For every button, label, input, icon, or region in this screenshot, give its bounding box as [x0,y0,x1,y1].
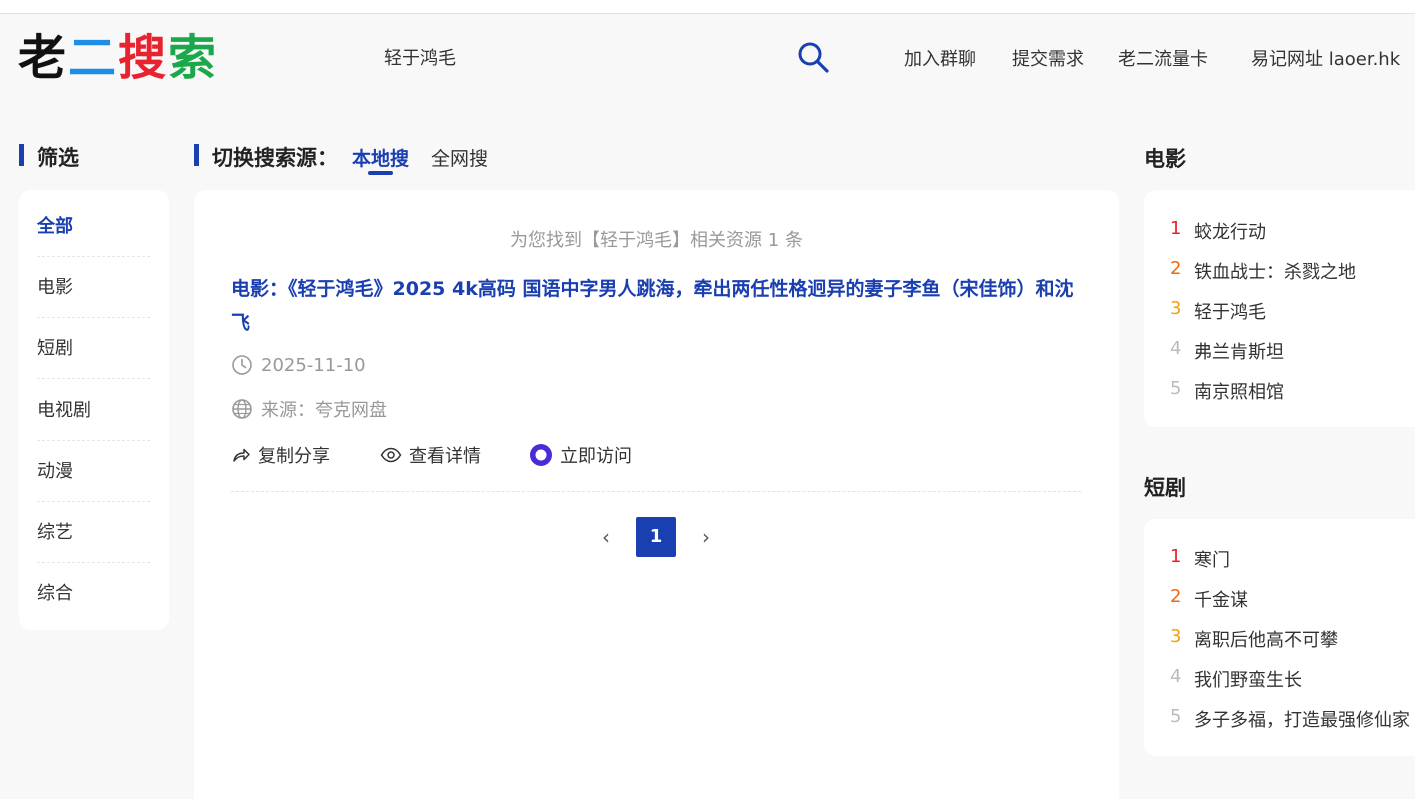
results-summary: 为您找到【轻于鸿毛】相关资源 1 条 [510,230,803,251]
filter-item-short-drama[interactable]: 短剧 [37,318,150,379]
short-drama-rank-title: 短剧 [1144,476,1186,500]
visit-now-button[interactable]: 立即访问 [529,442,632,468]
tab-active-indicator [368,171,393,175]
quark-drive-icon [530,444,552,466]
nav-join-group[interactable]: 加入群聊 [904,45,976,71]
short-drama-rank-item[interactable]: 5 多子多福，打造最强修仙家 [1170,706,1410,732]
browser-top-strip [0,0,1415,14]
source-switch-title: 切换搜索源： [212,146,338,170]
rank-number: 1 [1170,546,1182,567]
site-header: 老二搜索 轻于鸿毛 加入群聊 提交需求 老二流量卡 易记网址 laoer.hk [0,14,1415,104]
filter-item-all[interactable]: 全部 [37,196,150,257]
filter-title: 筛选 [37,146,79,170]
rank-number: 5 [1170,706,1182,727]
rank-number: 2 [1170,586,1182,607]
source-title-bar [194,144,199,166]
rank-title: 轻于鸿毛 [1194,302,1266,323]
logo-char-3: 搜 [118,30,169,86]
rank-title: 铁血战士：杀戮之地 [1194,262,1356,283]
rank-title: 我们野蛮生长 [1194,670,1302,691]
view-detail-button[interactable]: 查看详情 [380,442,481,468]
site-logo[interactable]: 老二搜索 [18,28,218,88]
rank-number: 4 [1170,666,1182,687]
tab-local-search[interactable]: 本地搜 [352,144,409,171]
rank-title: 千金谋 [1194,590,1248,611]
result-divider [231,491,1081,492]
rank-title: 蛟龙行动 [1194,222,1266,243]
copy-share-label: 复制分享 [258,446,330,467]
pagination-next[interactable]: › [686,517,726,557]
movie-rank-item[interactable]: 2 铁血战士：杀戮之地 [1170,258,1356,284]
results-panel: 为您找到【轻于鸿毛】相关资源 1 条 电影：《轻于鸿毛》2025 4k高码 国语… [194,190,1119,799]
rank-title: 离职后他高不可攀 [1194,630,1338,651]
pagination-prev[interactable]: ‹ [586,517,626,557]
short-drama-rank-item[interactable]: 4 我们野蛮生长 [1170,666,1302,692]
filter-item-movie[interactable]: 电影 [37,257,150,318]
result-source-text: 来源：夸克网盘 [261,400,387,421]
tab-web-search[interactable]: 全网搜 [431,144,488,171]
visit-now-label: 立即访问 [560,446,632,467]
result-date: 2025-11-10 [231,354,366,376]
short-drama-rank-item[interactable]: 1 寒门 [1170,546,1230,572]
rank-number: 3 [1170,298,1182,319]
search-icon [798,42,829,73]
rank-number: 2 [1170,258,1182,279]
rank-title: 弗兰肯斯坦 [1194,342,1284,363]
logo-char-1: 老 [18,30,69,86]
logo-char-4: 索 [168,30,219,86]
copy-share-button[interactable]: 复制分享 [231,442,330,468]
rank-title: 多子多福，打造最强修仙家 [1194,710,1410,731]
rank-title: 南京照相馆 [1194,382,1284,403]
movie-rank-title: 电影 [1144,147,1186,171]
globe-icon [232,399,252,419]
nav-easy-url[interactable]: 易记网址 laoer.hk [1251,45,1400,71]
short-drama-rank-item[interactable]: 3 离职后他高不可攀 [1170,626,1338,652]
result-source: 来源：夸克网盘 [231,396,387,422]
movie-rank-item[interactable]: 5 南京照相馆 [1170,378,1284,404]
search-button[interactable] [796,40,830,74]
search-input[interactable]: 轻于鸿毛 [384,44,456,70]
short-drama-rank-item[interactable]: 2 千金谋 [1170,586,1248,612]
movie-rank-item[interactable]: 1 蛟龙行动 [1170,218,1266,244]
movie-rank-item[interactable]: 4 弗兰肯斯坦 [1170,338,1284,364]
nav-data-card[interactable]: 老二流量卡 [1118,45,1208,71]
filter-panel: 全部 电影 短剧 电视剧 动漫 综艺 综合 [19,190,169,630]
pagination-page-current[interactable]: 1 [636,517,676,557]
movie-rank-item[interactable]: 3 轻于鸿毛 [1170,298,1266,324]
result-date-text: 2025-11-10 [261,354,366,376]
filter-item-misc[interactable]: 综合 [37,563,150,624]
rank-number: 1 [1170,218,1182,239]
result-title-link[interactable]: 电影：《轻于鸿毛》2025 4k高码 国语中字男人跳海，牵出两任性格迥异的妻子李… [231,272,1086,340]
nav-submit-request[interactable]: 提交需求 [1012,45,1084,71]
clock-icon [232,355,252,375]
rank-number: 4 [1170,338,1182,359]
logo-char-2: 二 [68,30,119,86]
filter-item-variety[interactable]: 综艺 [37,502,150,563]
filter-item-tv[interactable]: 电视剧 [37,380,150,441]
eye-icon [380,447,402,463]
filter-title-bar [19,144,24,166]
filter-item-anime[interactable]: 动漫 [37,441,150,502]
rank-number: 5 [1170,378,1182,399]
share-icon [233,448,250,462]
rank-title: 寒门 [1194,550,1230,571]
rank-number: 3 [1170,626,1182,647]
view-detail-label: 查看详情 [409,446,481,467]
